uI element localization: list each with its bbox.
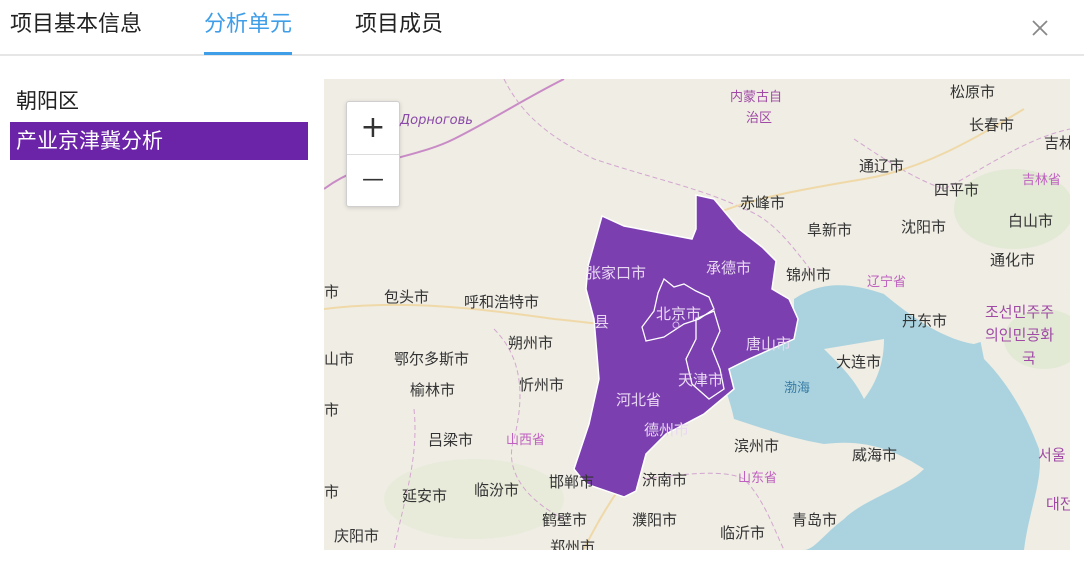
tab-analysis-unit[interactable]: 分析单元 bbox=[204, 10, 292, 40]
map-label: 山市 bbox=[324, 350, 355, 368]
map-label: 河北省 bbox=[616, 391, 662, 409]
map-label: 呼和浩特市 bbox=[464, 293, 540, 311]
tab-bar: 项目基本信息 分析单元 项目成员 bbox=[0, 0, 1084, 56]
map-label: 국 bbox=[1022, 349, 1036, 367]
map-label: 包头市 bbox=[384, 288, 430, 306]
active-tab-indicator bbox=[204, 52, 292, 55]
map-label: 青岛市 bbox=[792, 511, 838, 529]
unit-item-chaoyang[interactable]: 朝阳区 bbox=[10, 82, 308, 120]
map-label: 庆阳市 bbox=[334, 527, 380, 545]
map-label: 济南市 bbox=[642, 471, 688, 489]
map-label: 威海市 bbox=[852, 446, 898, 464]
map-label: 通化市 bbox=[990, 251, 1036, 269]
map-label: 松原市 bbox=[950, 83, 996, 101]
map-label: 吉林 bbox=[1044, 134, 1070, 152]
map-label: 서울 bbox=[1038, 446, 1066, 464]
map-label: 大连市 bbox=[836, 353, 882, 371]
map-label: 吕梁市 bbox=[428, 431, 474, 449]
map-label: 赤峰市 bbox=[740, 194, 786, 212]
map-label: 辽宁省 bbox=[867, 275, 907, 290]
map-label: 天津市 bbox=[678, 371, 724, 389]
tab-project-info[interactable]: 项目基本信息 bbox=[10, 10, 142, 40]
map-label: 锦州市 bbox=[786, 266, 832, 284]
map-label: 吉林省 bbox=[1022, 173, 1062, 188]
map-label: 白山市 bbox=[1008, 212, 1054, 230]
map-label: 市 bbox=[324, 483, 340, 501]
map-label: 대전 bbox=[1046, 495, 1070, 513]
map-label: 县 bbox=[594, 313, 610, 331]
zoom-in-button[interactable]: + bbox=[347, 102, 399, 155]
map-label: 朔州市 bbox=[508, 334, 554, 352]
map-label: 阜新市 bbox=[807, 221, 853, 239]
map-label: 长春市 bbox=[969, 116, 1015, 134]
map-label: Дорноговь bbox=[400, 113, 473, 128]
map-label: 邯郸市 bbox=[549, 473, 595, 491]
tab-project-members[interactable]: 项目成员 bbox=[355, 10, 443, 40]
map-label: 渤海 bbox=[784, 381, 811, 396]
map-label: 滨州市 bbox=[734, 437, 780, 455]
map-label: 北京市 bbox=[656, 305, 702, 323]
map-label: 市 bbox=[324, 401, 340, 419]
map-view[interactable]: + — Дорноговь 内蒙古自 治区 松原市 长春市 吉林 通辽市 四平市… bbox=[324, 79, 1070, 550]
map-label: 沈阳市 bbox=[901, 218, 947, 236]
zoom-control: + — bbox=[346, 101, 400, 207]
map-label: 通辽市 bbox=[859, 157, 905, 175]
map-label: 鄂尔多斯市 bbox=[394, 350, 470, 368]
map-label: 의인민공화 bbox=[985, 326, 1055, 344]
map-label: 治区 bbox=[746, 111, 773, 126]
map-label: 榆林市 bbox=[410, 381, 456, 399]
map-label: 承德市 bbox=[706, 259, 752, 277]
map-label: 郑州市 bbox=[550, 538, 596, 550]
map-label: 四平市 bbox=[934, 181, 980, 199]
map-label: 丹东市 bbox=[902, 312, 948, 330]
zoom-out-button[interactable]: — bbox=[347, 154, 399, 206]
map-label: 德州市 bbox=[644, 421, 690, 439]
map-label: 临汾市 bbox=[474, 481, 520, 499]
close-icon bbox=[1032, 20, 1048, 36]
map-label: 市 bbox=[324, 283, 340, 301]
close-button[interactable] bbox=[1026, 14, 1054, 42]
map-label: 濮阳市 bbox=[632, 511, 678, 529]
map-label: 조선민주주 bbox=[985, 303, 1055, 321]
map-label: 山东省 bbox=[738, 471, 778, 486]
map-label: 唐山市 bbox=[746, 335, 792, 353]
map-label: 忻州市 bbox=[519, 376, 565, 394]
map-label: 鹤壁市 bbox=[542, 511, 588, 529]
map-label: 张家口市 bbox=[586, 264, 647, 282]
map-label: 延安市 bbox=[402, 487, 448, 505]
analysis-unit-list: 朝阳区 产业京津冀分析 bbox=[10, 82, 308, 162]
map-label: 临沂市 bbox=[720, 524, 766, 542]
map-label: 内蒙古自 bbox=[730, 90, 783, 105]
map-label: 山西省 bbox=[506, 433, 546, 448]
unit-item-jingjinji[interactable]: 产业京津冀分析 bbox=[10, 122, 308, 160]
minus-icon: — bbox=[362, 167, 384, 192]
plus-icon: + bbox=[360, 110, 386, 145]
